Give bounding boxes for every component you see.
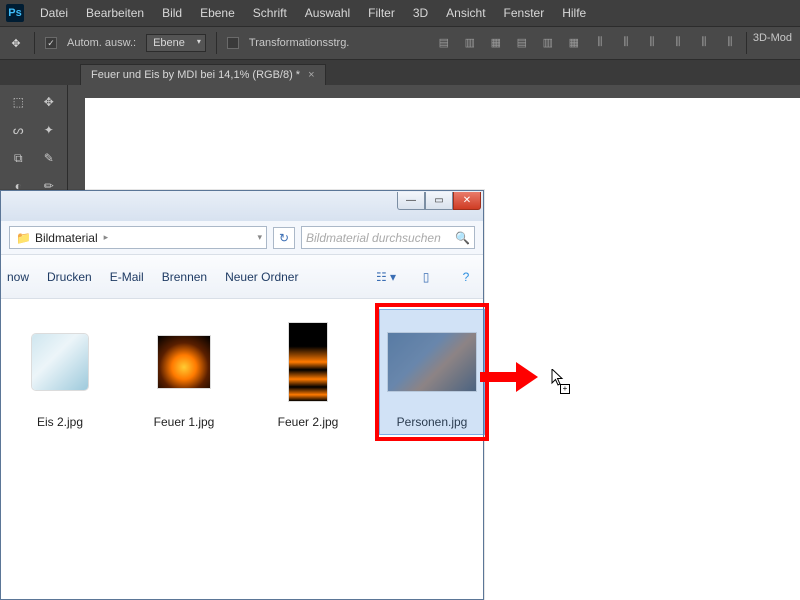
file-item-eis2[interactable]: Eis 2.jpg — [15, 317, 105, 429]
crop-tool-icon[interactable]: ⧉ — [4, 145, 33, 171]
cmd-burn[interactable]: Brennen — [162, 270, 207, 284]
search-input[interactable]: Bildmaterial durchsuchen 🔍 — [301, 226, 475, 249]
eyedropper-tool-icon[interactable]: ✎ — [35, 145, 64, 171]
cmd-new-folder[interactable]: Neuer Ordner — [225, 270, 298, 284]
transform-checkbox[interactable] — [227, 37, 239, 49]
doc-tab-title: Feuer und Eis by MDI bei 14,1% (RGB/8) * — [91, 69, 300, 81]
move-tool-icon[interactable]: ✥ — [35, 89, 64, 115]
selection-highlight — [379, 309, 485, 435]
align-icon[interactable]: ▥ — [538, 32, 558, 52]
divider — [34, 32, 35, 54]
distribute-icon[interactable]: ⫼ — [590, 32, 610, 52]
chevron-down-icon[interactable]: ▾ — [257, 232, 266, 243]
move-tool-icon: ✥ — [8, 35, 24, 51]
file-item-personen[interactable]: Personen.jpg — [387, 317, 477, 429]
thumbnail-icon — [289, 323, 327, 401]
thumbnail-icon — [158, 336, 210, 388]
ps-logo-icon: Ps — [6, 4, 24, 22]
search-placeholder: Bildmaterial durchsuchen — [306, 231, 441, 245]
breadcrumb-label: Bildmaterial — [35, 231, 98, 245]
maximize-button[interactable]: ▭ — [425, 192, 453, 210]
cmd-email[interactable]: E-Mail — [110, 270, 144, 284]
menu-3d[interactable]: 3D — [413, 6, 428, 20]
align-icon[interactable]: ▤ — [434, 32, 454, 52]
file-pane[interactable]: Eis 2.jpg Feuer 1.jpg Feuer 2.jpg Person… — [1, 299, 483, 447]
file-name: Feuer 1.jpg — [154, 415, 215, 429]
autoselect-checkbox[interactable]: ✓ — [45, 37, 57, 49]
folder-icon: 📁 — [16, 231, 31, 245]
distribute-icon[interactable]: ⫼ — [694, 32, 714, 52]
file-name: Feuer 2.jpg — [278, 415, 339, 429]
menu-select[interactable]: Auswahl — [305, 6, 350, 20]
align-icon[interactable]: ▤ — [512, 32, 532, 52]
autoselect-target-select[interactable]: Ebene — [146, 34, 206, 52]
distribute-icon[interactable]: ⫼ — [668, 32, 688, 52]
alignment-icons: ▤ ▥ ▦ ▤ ▥ ▦ ⫼ ⫼ ⫼ ⫼ ⫼ ⫼ 3D-Mod — [434, 32, 792, 54]
cmd-print[interactable]: Drucken — [47, 270, 92, 284]
ps-main-menu: Datei Bearbeiten Bild Ebene Schrift Ausw… — [40, 6, 586, 20]
close-button[interactable]: ✕ — [453, 192, 481, 210]
marquee-tool-icon[interactable]: ⬚ — [4, 89, 33, 115]
menu-file[interactable]: Datei — [40, 6, 68, 20]
align-icon[interactable]: ▥ — [460, 32, 480, 52]
preview-pane-icon[interactable]: ▯ — [415, 266, 437, 288]
align-icon[interactable]: ▦ — [486, 32, 506, 52]
ps-toolbox: ⬚ ✥ ᔕ ✦ ⧉ ✎ ◐ ✏ — [0, 85, 68, 203]
divider — [216, 32, 217, 54]
menu-image[interactable]: Bild — [162, 6, 182, 20]
menu-help[interactable]: Hilfe — [562, 6, 586, 20]
autoselect-label: Autom. ausw.: — [67, 37, 136, 49]
minimize-button[interactable]: — — [397, 192, 425, 210]
annotation-arrow — [480, 362, 540, 392]
menu-layer[interactable]: Ebene — [200, 6, 235, 20]
lasso-tool-icon[interactable]: ᔕ — [4, 117, 33, 143]
cmd-preview[interactable]: now — [7, 270, 29, 284]
search-icon: 🔍 — [455, 231, 470, 245]
distribute-icon[interactable]: ⫼ — [642, 32, 662, 52]
ps-document-tab-bar: Feuer und Eis by MDI bei 14,1% (RGB/8) *… — [0, 60, 800, 85]
align-icon[interactable]: ▦ — [564, 32, 584, 52]
explorer-address-bar: 📁 Bildmaterial ▸ ▾ ↻ Bildmaterial durchs… — [1, 221, 483, 255]
menu-view[interactable]: Ansicht — [446, 6, 485, 20]
explorer-window: — ▭ ✕ 📁 Bildmaterial ▸ ▾ ↻ Bildmaterial … — [0, 190, 484, 600]
view-options-icon[interactable]: ☷ ▾ — [375, 266, 397, 288]
close-tab-icon[interactable]: × — [308, 69, 314, 81]
thumbnail-icon — [32, 334, 88, 390]
menu-edit[interactable]: Bearbeiten — [86, 6, 144, 20]
distribute-icon[interactable]: ⫼ — [720, 32, 740, 52]
help-icon[interactable]: ? — [455, 266, 477, 288]
file-item-feuer2[interactable]: Feuer 2.jpg — [263, 317, 353, 429]
divider — [746, 32, 747, 54]
explorer-toolbar: now Drucken E-Mail Brennen Neuer Ordner … — [1, 255, 483, 299]
file-name: Eis 2.jpg — [37, 415, 83, 429]
explorer-titlebar[interactable]: — ▭ ✕ — [1, 191, 483, 221]
ps-titlebar: Ps Datei Bearbeiten Bild Ebene Schrift A… — [0, 0, 800, 26]
menu-filter[interactable]: Filter — [368, 6, 395, 20]
menu-type[interactable]: Schrift — [253, 6, 287, 20]
menu-window[interactable]: Fenster — [504, 6, 545, 20]
breadcrumb[interactable]: 📁 Bildmaterial ▸ ▾ — [9, 226, 267, 249]
distribute-icon[interactable]: ⫼ — [616, 32, 636, 52]
wand-tool-icon[interactable]: ✦ — [35, 117, 64, 143]
chevron-right-icon[interactable]: ▸ — [104, 232, 109, 243]
refresh-button[interactable]: ↻ — [273, 227, 295, 249]
file-item-feuer1[interactable]: Feuer 1.jpg — [139, 317, 229, 429]
ps-document-tab[interactable]: Feuer und Eis by MDI bei 14,1% (RGB/8) *… — [80, 64, 326, 85]
mode-3d-label[interactable]: 3D-Mod — [753, 32, 792, 54]
transform-label: Transformationsstrg. — [249, 37, 349, 49]
ps-options-bar: ✥ ✓ Autom. ausw.: Ebene Transformationss… — [0, 26, 800, 60]
